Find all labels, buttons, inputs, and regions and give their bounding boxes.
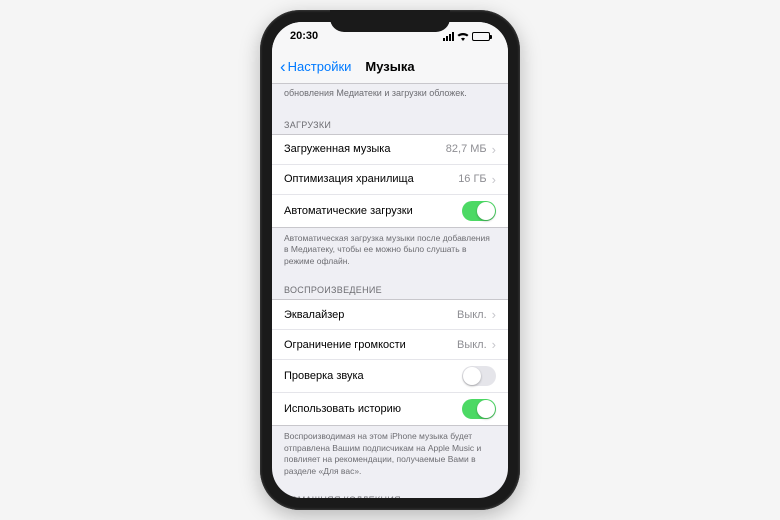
sound-check-label: Проверка звука [284,370,364,382]
phone-screen: 20:30 ‹ Настройки Музыка обновления Меди… [272,22,508,498]
page-title: Музыка [365,59,414,74]
volume-limit-label: Ограничение громкости [284,339,406,351]
auto-downloads-label: Автоматические загрузки [284,205,413,217]
back-label: Настройки [288,59,352,74]
downloads-group: Загруженная музыка 82,7 МБ › Оптимизация… [272,134,508,228]
use-history-row: Использовать историю [272,393,508,425]
signal-icon [443,32,454,41]
auto-downloads-row: Автоматические загрузки [272,195,508,227]
equalizer-value: Выкл. [457,309,487,321]
previous-section-footer: обновления Медиатеки и загрузки обложек. [272,84,508,110]
playback-header: ВОСПРОИЗВЕДЕНИЕ [272,275,508,299]
sound-check-toggle[interactable] [462,366,496,386]
home-sharing-header: ДОМАШНЯЯ КОЛЛЕКЦИЯ [272,485,508,498]
volume-limit-row[interactable]: Ограничение громкости Выкл. › [272,330,508,360]
use-history-toggle[interactable] [462,399,496,419]
optimize-storage-value: 16 ГБ [458,173,486,185]
phone-frame: 20:30 ‹ Настройки Музыка обновления Меди… [260,10,520,510]
chevron-left-icon: ‹ [280,58,286,75]
downloads-header: ЗАГРУЗКИ [272,110,508,134]
auto-downloads-toggle[interactable] [462,201,496,221]
volume-limit-value: Выкл. [457,339,487,351]
optimize-storage-row[interactable]: Оптимизация хранилища 16 ГБ › [272,165,508,195]
playback-group: Эквалайзер Выкл. › Ограничение громкости… [272,299,508,426]
chevron-right-icon: › [492,308,496,321]
optimize-storage-label: Оптимизация хранилища [284,173,414,185]
nav-bar: ‹ Настройки Музыка [272,50,508,84]
equalizer-row[interactable]: Эквалайзер Выкл. › [272,300,508,330]
settings-content[interactable]: обновления Медиатеки и загрузки обложек.… [272,84,508,498]
downloaded-music-row[interactable]: Загруженная музыка 82,7 МБ › [272,135,508,165]
chevron-right-icon: › [492,173,496,186]
wifi-icon [457,32,469,41]
chevron-right-icon: › [492,143,496,156]
phone-notch [330,10,450,32]
back-button[interactable]: ‹ Настройки [280,58,351,75]
downloaded-music-label: Загруженная музыка [284,143,390,155]
playback-footer: Воспроизводимая на этом iPhone музыка бу… [272,426,508,485]
equalizer-label: Эквалайзер [284,309,344,321]
battery-icon [472,32,490,41]
chevron-right-icon: › [492,338,496,351]
use-history-label: Использовать историю [284,403,401,415]
status-time: 20:30 [290,30,340,42]
sound-check-row: Проверка звука [272,360,508,393]
downloads-footer: Автоматическая загрузка музыки после доб… [272,228,508,275]
status-indicators [440,32,490,41]
downloaded-music-value: 82,7 МБ [446,143,487,155]
